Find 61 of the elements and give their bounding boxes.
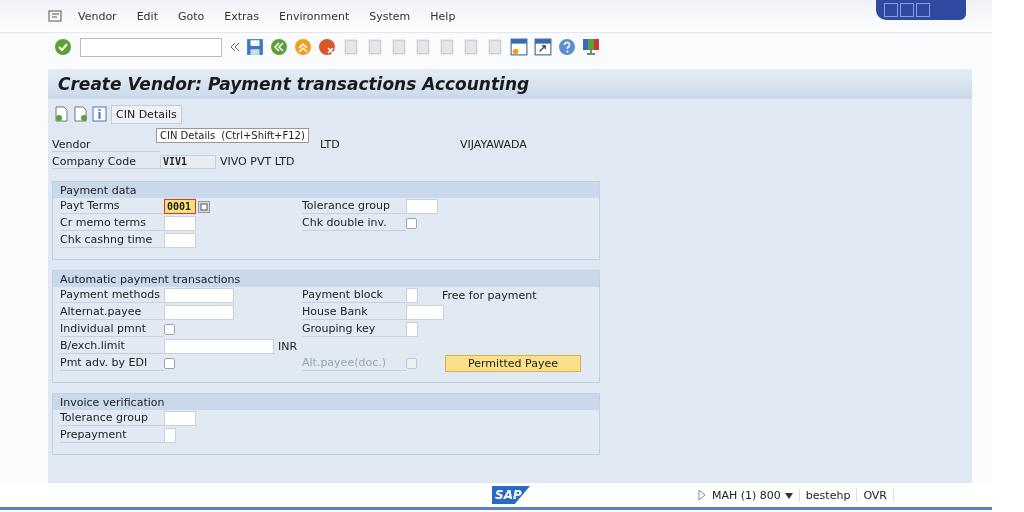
document-icon[interactable] (54, 106, 69, 122)
name-text: LTD (320, 138, 341, 151)
input-field[interactable] (406, 322, 418, 337)
field-label: Alt.payee(doc.) (302, 356, 406, 371)
menu-item[interactable]: Goto (167, 9, 215, 23)
help-icon[interactable] (558, 38, 576, 56)
command-field[interactable] (80, 37, 222, 57)
checkbox[interactable] (164, 358, 175, 369)
menu-item[interactable]: Edit (126, 9, 168, 23)
note-text: INR (278, 340, 298, 353)
menu-item[interactable]: Help (420, 9, 466, 23)
screen-title: Create Vendor: Payment transactions Accounting (48, 69, 972, 99)
input-field[interactable] (164, 216, 196, 231)
city-text: VIJAYAWADA (460, 138, 527, 151)
input-field[interactable] (164, 428, 176, 443)
section-title: Automatic payment transactions (53, 271, 599, 287)
cancel-icon[interactable] (318, 38, 336, 56)
menu-item[interactable]: Vendor (68, 9, 127, 23)
tooltip-text: CIN Details (160, 130, 216, 141)
input-field[interactable] (164, 288, 234, 303)
input-field[interactable] (164, 411, 196, 426)
menu-item[interactable]: Environment (269, 9, 360, 23)
input-field[interactable] (406, 199, 438, 214)
menu-item[interactable]: System (359, 9, 421, 23)
input-field[interactable] (406, 288, 418, 303)
info-icon[interactable] (92, 106, 107, 122)
note-text: Free for payment (442, 289, 537, 302)
input-field[interactable] (406, 305, 444, 320)
input-field[interactable] (164, 339, 274, 354)
input-field[interactable]: 0001 (164, 199, 196, 214)
field-label: Chk double inv. (302, 216, 406, 231)
double-chevron-icon[interactable] (230, 42, 240, 52)
output-field: VIV1 (160, 154, 216, 169)
mode-text: OVR (857, 488, 894, 502)
input-field[interactable] (164, 305, 234, 320)
menu-icon[interactable] (48, 10, 62, 22)
check-icon[interactable] (54, 38, 72, 56)
checkbox[interactable] (164, 324, 175, 335)
field-label: Individual pmnt (60, 322, 164, 337)
section-title: Invoice verification (53, 394, 599, 410)
input-field[interactable] (164, 233, 196, 248)
menu-item[interactable]: Extras (214, 9, 270, 23)
play-icon[interactable] (698, 489, 706, 501)
checkbox[interactable] (406, 218, 417, 229)
shortcut-icon[interactable] (534, 38, 552, 56)
field-label: Pmt adv. by EDI (60, 356, 164, 371)
document-icon[interactable] (73, 106, 88, 122)
monitor-icon[interactable] (582, 38, 600, 56)
section-title: Payment data (53, 182, 599, 198)
system-info[interactable]: MAH (1) 800 (706, 488, 800, 502)
back-icon[interactable] (270, 38, 288, 56)
exit-icon[interactable] (294, 38, 312, 56)
value-help-icon[interactable] (198, 200, 210, 213)
caret-icon (784, 492, 793, 499)
name-text: VIVO PVT LTD (220, 155, 296, 168)
cin-details-button[interactable]: CIN Details (111, 104, 182, 124)
sap-logo: SAP (492, 486, 530, 504)
save-icon[interactable] (246, 38, 264, 56)
server-text: bestehp (799, 488, 858, 502)
window-icon[interactable] (510, 38, 528, 56)
shortcut-text: (Ctrl+Shift+F12) (221, 130, 305, 141)
